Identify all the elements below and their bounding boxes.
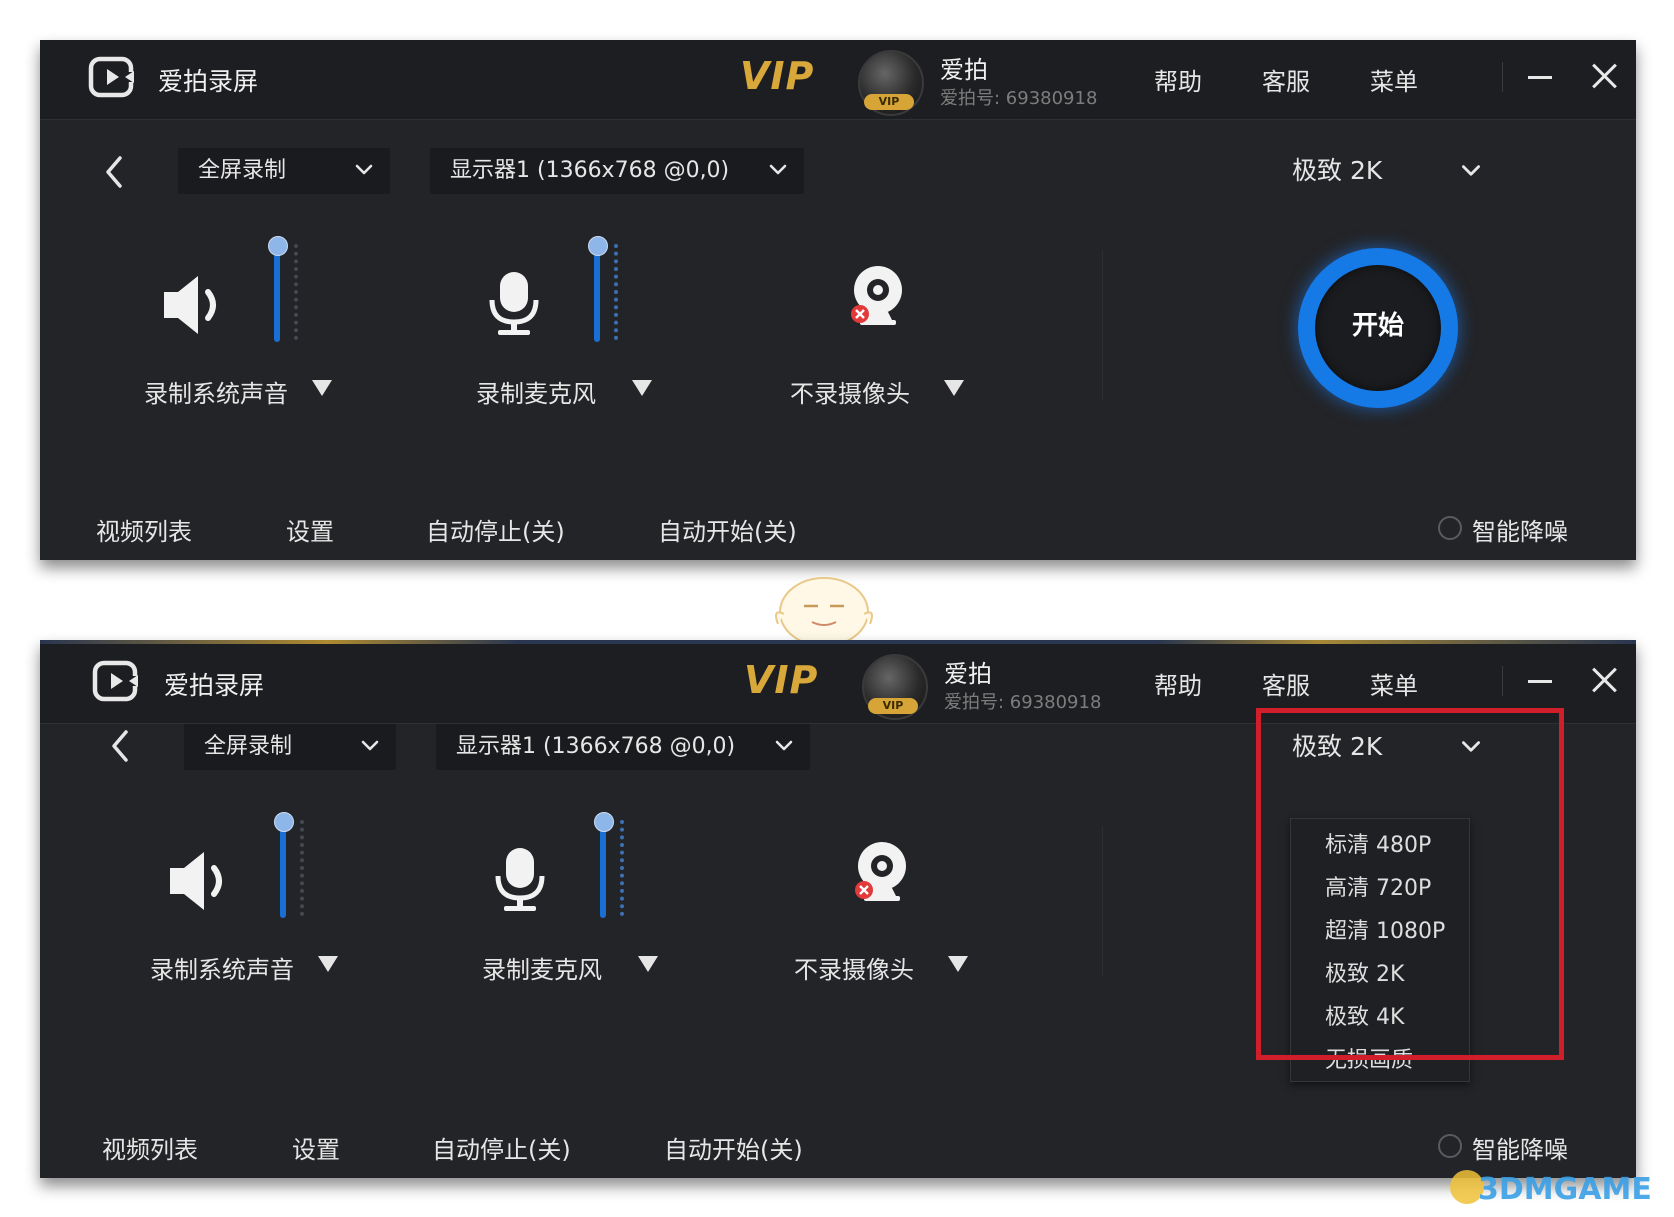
system-volume-knob[interactable]	[274, 812, 294, 832]
titlebar-divider	[1502, 666, 1503, 696]
service-link[interactable]: 客服	[1262, 666, 1310, 701]
auto-stop-toggle[interactable]: 自动停止(关)	[426, 512, 565, 547]
display-value: 显示器1 (1366x768 @0,0)	[456, 734, 736, 759]
service-link[interactable]: 客服	[1262, 62, 1310, 97]
chevron-down-icon	[1458, 158, 1484, 184]
titlebar-divider	[1502, 62, 1503, 92]
user-name[interactable]: 爱拍	[940, 50, 988, 85]
mic-volume-knob[interactable]	[588, 236, 608, 256]
avatar-vip-badge: VIP	[864, 94, 914, 110]
back-arrow-icon[interactable]	[106, 726, 136, 766]
record-mode-value: 全屏录制	[198, 158, 287, 183]
speaker-icon[interactable]	[164, 846, 234, 916]
noise-reduction-radio[interactable]	[1438, 1134, 1462, 1158]
recorder-window-bottom: 爱拍录屏 VIP VIP 爱拍 爱拍号: 69380918 帮助 客服 菜单 全…	[40, 640, 1636, 1178]
display-value: 显示器1 (1366x768 @0,0)	[450, 158, 730, 183]
quality-select[interactable]: 极致 2K	[1292, 148, 1492, 194]
record-mode-select[interactable]: 全屏录制	[184, 724, 396, 770]
close-icon[interactable]	[1588, 664, 1620, 696]
menu-link[interactable]: 菜单	[1370, 666, 1418, 701]
caret-down-icon[interactable]	[312, 380, 332, 396]
watermark: 3DMGAME	[1478, 1172, 1652, 1207]
mic-volume-slider[interactable]	[600, 822, 606, 918]
system-volume-slider[interactable]	[280, 822, 286, 918]
app-title: 爱拍录屏	[158, 67, 259, 96]
system-volume-slider[interactable]	[274, 246, 280, 342]
webcam-off-icon[interactable]	[846, 262, 906, 332]
settings-link[interactable]: 设置	[286, 512, 334, 547]
vip-badge[interactable]: VIP	[744, 658, 818, 702]
user-name[interactable]: 爱拍	[944, 654, 992, 689]
speaker-icon[interactable]	[158, 270, 228, 340]
chevron-down-icon	[766, 158, 790, 182]
microphone-label[interactable]: 录制麦克风	[476, 374, 596, 409]
record-mode-value: 全屏录制	[204, 734, 293, 759]
system-volume-knob[interactable]	[268, 236, 288, 256]
system-audio-label[interactable]: 录制系统声音	[150, 950, 294, 985]
camera-label[interactable]: 不录摄像头	[790, 374, 910, 409]
highlight-annotation-box	[1256, 708, 1564, 1060]
caret-down-icon[interactable]	[944, 380, 964, 396]
app-title: 爱拍录屏	[164, 671, 265, 700]
help-link[interactable]: 帮助	[1154, 666, 1202, 701]
menu-link[interactable]: 菜单	[1370, 62, 1418, 97]
user-id: 爱拍号: 69380918	[944, 692, 1102, 713]
noise-reduction-radio[interactable]	[1438, 516, 1462, 540]
vertical-divider	[1102, 250, 1103, 400]
chevron-down-icon	[352, 158, 376, 182]
system-level-meter	[300, 820, 308, 916]
mic-volume-knob[interactable]	[594, 812, 614, 832]
record-mode-select[interactable]: 全屏录制	[178, 148, 390, 194]
title-bar: 爱拍录屏 VIP VIP 爱拍 爱拍号: 69380918 帮助 客服 菜单	[40, 40, 1636, 120]
mic-level-meter	[620, 820, 628, 916]
caret-down-icon[interactable]	[638, 956, 658, 972]
chevron-down-icon	[772, 734, 796, 758]
system-level-meter	[294, 244, 302, 340]
noise-reduction-label[interactable]: 智能降噪	[1472, 512, 1568, 547]
recorder-window-top: 爱拍录屏 VIP VIP 爱拍 爱拍号: 69380918 帮助 客服 菜单 全…	[40, 40, 1636, 560]
app-logo-icon	[92, 660, 140, 704]
chevron-down-icon	[358, 734, 382, 758]
video-list-link[interactable]: 视频列表	[96, 512, 192, 547]
minimize-icon[interactable]	[1528, 76, 1552, 79]
video-list-link[interactable]: 视频列表	[102, 1130, 198, 1165]
mic-volume-slider[interactable]	[594, 246, 600, 342]
avatar-vip-badge: VIP	[868, 698, 918, 714]
close-icon[interactable]	[1588, 60, 1620, 92]
vip-badge[interactable]: VIP	[740, 54, 814, 98]
start-button-label[interactable]: 开始	[1298, 305, 1458, 342]
microphone-icon[interactable]	[490, 844, 550, 914]
webcam-off-icon[interactable]	[850, 838, 910, 908]
minimize-icon[interactable]	[1528, 680, 1552, 683]
help-link[interactable]: 帮助	[1154, 62, 1202, 97]
auto-start-toggle[interactable]: 自动开始(关)	[664, 1130, 803, 1165]
noise-reduction-label[interactable]: 智能降噪	[1472, 1130, 1568, 1165]
vertical-divider	[1102, 826, 1103, 976]
camera-label[interactable]: 不录摄像头	[794, 950, 914, 985]
caret-down-icon[interactable]	[632, 380, 652, 396]
mic-level-meter	[614, 244, 622, 340]
display-select[interactable]: 显示器1 (1366x768 @0,0)	[436, 724, 810, 770]
user-id: 爱拍号: 69380918	[940, 88, 1098, 109]
back-arrow-icon[interactable]	[100, 152, 130, 192]
auto-stop-toggle[interactable]: 自动停止(关)	[432, 1130, 571, 1165]
quality-value: 极致 2K	[1292, 156, 1383, 185]
microphone-label[interactable]: 录制麦克风	[482, 950, 602, 985]
system-audio-label[interactable]: 录制系统声音	[144, 374, 288, 409]
bottom-bar: 视频列表 设置 自动停止(关) 自动开始(关) 智能降噪	[40, 500, 1636, 560]
app-logo-icon	[88, 56, 136, 100]
auto-start-toggle[interactable]: 自动开始(关)	[658, 512, 797, 547]
caret-down-icon[interactable]	[948, 956, 968, 972]
caret-down-icon[interactable]	[318, 956, 338, 972]
bottom-bar: 视频列表 设置 自动停止(关) 自动开始(关) 智能降噪	[40, 1118, 1636, 1178]
mascot-icon	[775, 577, 873, 647]
display-select[interactable]: 显示器1 (1366x768 @0,0)	[430, 148, 804, 194]
microphone-icon[interactable]	[484, 268, 544, 338]
settings-link[interactable]: 设置	[292, 1130, 340, 1165]
